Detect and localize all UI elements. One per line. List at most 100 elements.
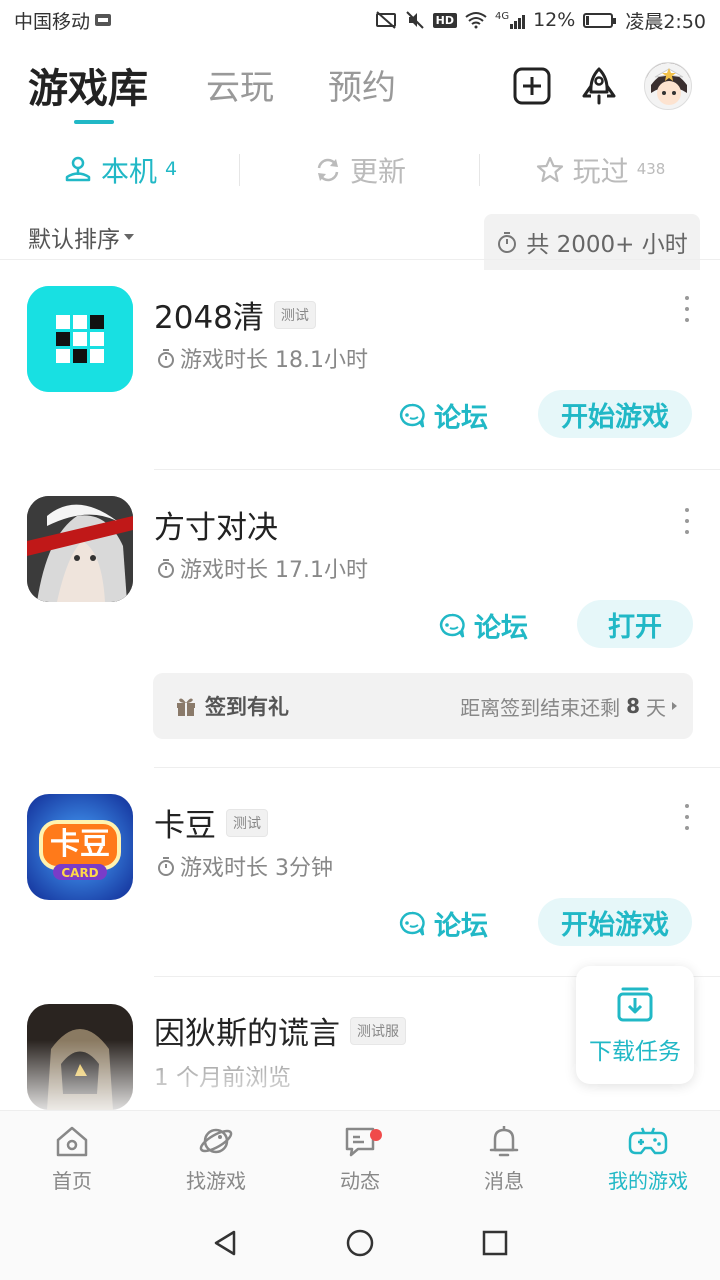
more-icon[interactable]: [682, 296, 692, 322]
start-game-button[interactable]: 开始游戏: [538, 898, 692, 946]
back-icon[interactable]: [210, 1228, 240, 1258]
timer-icon: [158, 559, 174, 578]
subtab-local[interactable]: 本机 4: [0, 140, 240, 200]
notification-badge: [370, 1129, 382, 1141]
home-circle-icon[interactable]: [345, 1228, 375, 1258]
signin-suffix: 天: [646, 695, 666, 720]
chevron-right-icon: [672, 702, 677, 710]
test-tag: 测试: [273, 300, 316, 329]
home-icon: [56, 1126, 88, 1157]
svg-text:CARD: CARD: [61, 866, 98, 880]
signal-icon: 4G: [495, 11, 526, 29]
nav-home[interactable]: 首页: [0, 1111, 144, 1206]
clock: 凌晨2:50: [625, 10, 706, 33]
signin-reward-banner[interactable]: 签到有礼 距离签到结束还剩 8 天: [153, 673, 693, 739]
battery-percent: 12%: [533, 9, 576, 31]
hd-badge: HD: [432, 12, 457, 28]
nav-my-games[interactable]: 我的游戏: [576, 1111, 720, 1206]
signin-prefix: 距离签到结束还剩: [460, 695, 621, 720]
game-title[interactable]: 卡豆: [154, 800, 216, 845]
download-tasks-label: 下载任务: [589, 1039, 681, 1065]
game-item[interactable]: 卡豆 CARD 卡豆 测试 游戏时长 3分钟 论坛 开始游戏: [0, 778, 720, 978]
subtabs: 本机 4 更新 玩过 438: [0, 140, 720, 200]
more-icon[interactable]: [682, 804, 692, 830]
play-duration: 游戏时长 18.1小时: [180, 348, 368, 373]
caret-down-icon: [124, 233, 134, 240]
game-title[interactable]: 方寸对决: [154, 502, 278, 547]
signin-label: 签到有礼: [205, 695, 289, 719]
game-icon-kadou[interactable]: 卡豆 CARD: [27, 794, 133, 900]
nav-feed[interactable]: 动态: [288, 1111, 432, 1206]
game-icon-2048[interactable]: [27, 286, 133, 392]
play-duration: 游戏时长 17.1小时: [180, 558, 368, 583]
battery-icon: [583, 12, 617, 28]
download-tasks-button[interactable]: 下载任务: [576, 966, 694, 1084]
sim-icon: [95, 14, 112, 26]
rocket-icon[interactable]: [579, 66, 619, 106]
forum-button[interactable]: 论坛: [438, 606, 528, 645]
gamepad-icon: [628, 1127, 668, 1155]
divider: [479, 154, 480, 186]
subtab-played-count: 438: [636, 160, 666, 178]
subtab-played[interactable]: 玩过 438: [480, 140, 720, 200]
tab-reservation[interactable]: 预约: [328, 60, 396, 109]
game-item[interactable]: 2048清 测试 游戏时长 18.1小时 论坛 开始游戏: [0, 270, 720, 470]
sort-label: 默认排序: [28, 227, 120, 253]
game-icon-fangcun[interactable]: [27, 496, 133, 602]
subtab-local-label: 本机: [100, 155, 157, 188]
game-title[interactable]: 2048清: [154, 292, 264, 337]
nav-messages[interactable]: 消息: [432, 1111, 576, 1206]
header: 游戏库 云玩 预约: [0, 50, 720, 130]
svg-text:卡豆: 卡豆: [50, 827, 110, 862]
avatar[interactable]: [644, 62, 692, 110]
star-icon: [536, 156, 563, 183]
divider: [154, 469, 720, 470]
bottom-nav: 首页 找游戏 动态 消息 我的游戏: [0, 1110, 720, 1206]
test-server-tag: 测试服: [350, 1016, 406, 1045]
divider: [154, 767, 720, 768]
timer-icon: [498, 232, 517, 253]
forum-label: 论坛: [434, 911, 488, 942]
subtab-local-count: 4: [164, 158, 178, 180]
planet-icon: [199, 1128, 233, 1154]
device-icon: [65, 156, 91, 182]
refresh-icon: [317, 158, 339, 182]
nav-home-label: 首页: [52, 1169, 92, 1193]
no-sim-icon: [375, 11, 396, 29]
signin-days: 8: [626, 694, 640, 718]
tab-indicator: [74, 120, 114, 124]
game-title[interactable]: 因狄斯的谎言: [154, 1008, 340, 1053]
open-game-button[interactable]: 打开: [577, 600, 693, 648]
test-tag: 测试: [226, 808, 268, 837]
start-game-button[interactable]: 开始游戏: [538, 390, 692, 438]
tab-game-library[interactable]: 游戏库: [28, 56, 148, 114]
forum-label: 论坛: [474, 613, 528, 644]
status-bar: 中国移动 HD 4G 12% 凌晨2:50: [0, 0, 720, 40]
more-icon[interactable]: [682, 508, 692, 534]
forum-button[interactable]: 论坛: [398, 904, 488, 943]
recents-icon[interactable]: [480, 1228, 510, 1258]
wifi-icon: [465, 12, 487, 29]
last-viewed: 1 个月前浏览: [154, 1065, 291, 1091]
play-duration: 游戏时长 3分钟: [180, 856, 333, 881]
forum-button[interactable]: 论坛: [398, 396, 488, 435]
mute-icon: [405, 11, 424, 29]
add-icon[interactable]: [512, 66, 552, 106]
divider: [239, 154, 240, 186]
carrier-label: 中国移动: [14, 10, 91, 33]
sort-dropdown[interactable]: 默认排序: [28, 220, 134, 254]
nav-find-games[interactable]: 找游戏: [144, 1111, 288, 1206]
nav-feed-label: 动态: [340, 1169, 380, 1193]
nav-messages-label: 消息: [484, 1169, 524, 1193]
gift-icon: [177, 698, 195, 716]
game-icon-indus[interactable]: [27, 1004, 133, 1110]
subtab-played-label: 玩过: [572, 155, 629, 188]
total-playtime-label: 共 2000+ 小时: [526, 232, 688, 258]
total-playtime: 共 2000+ 小时: [484, 214, 700, 270]
chat-icon: [345, 1127, 375, 1157]
bell-icon: [489, 1126, 519, 1157]
tab-cloud-play[interactable]: 云玩: [206, 60, 274, 109]
forum-icon: [399, 403, 425, 428]
forum-label: 论坛: [434, 403, 488, 434]
subtab-update[interactable]: 更新: [240, 140, 480, 200]
